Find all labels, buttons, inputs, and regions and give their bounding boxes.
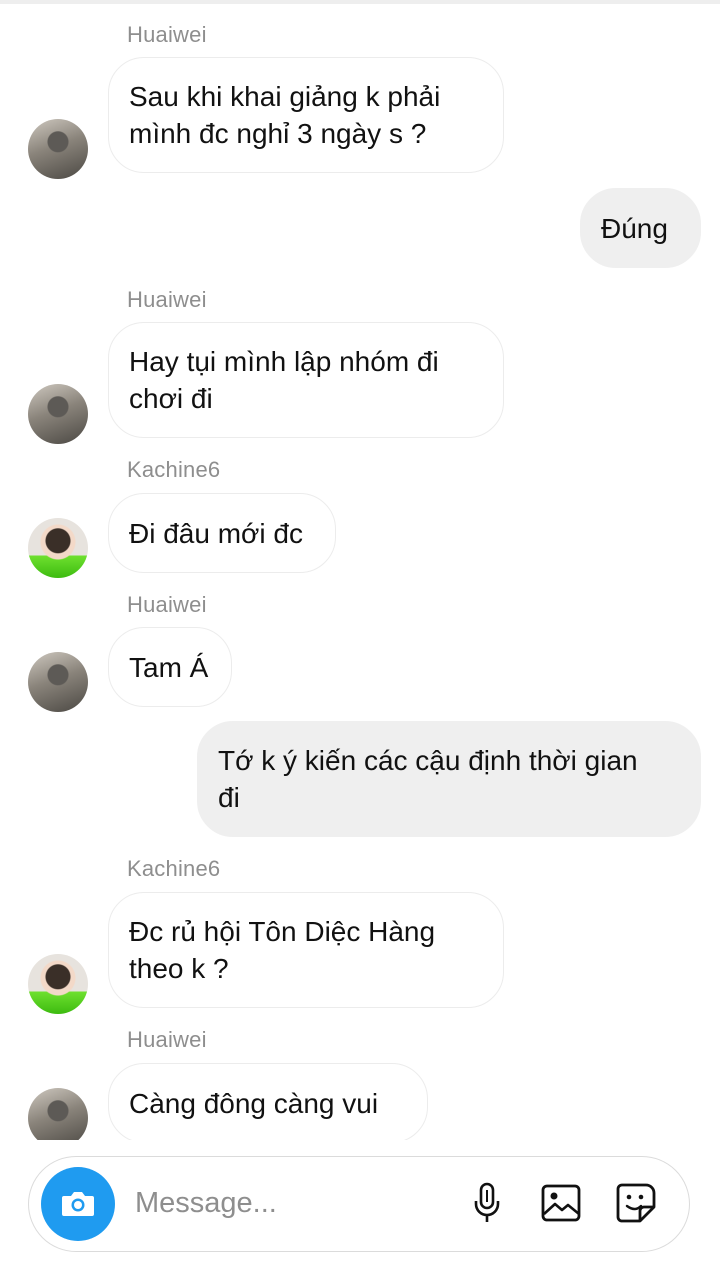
sender-name: Huaiwei (127, 287, 207, 312)
kachine6-avatar[interactable] (28, 518, 88, 578)
huaiwei-avatar[interactable] (28, 384, 88, 444)
sticker-icon (616, 1183, 656, 1223)
kachine6-avatar[interactable] (28, 954, 88, 1014)
incoming-message[interactable]: Càng đông càng vui (108, 1063, 428, 1140)
incoming-message[interactable]: Hay tụi mình lập nhóm đi chơi đi (108, 322, 504, 438)
huaiwei-avatar[interactable] (28, 652, 88, 712)
gallery-button[interactable] (539, 1181, 583, 1225)
sender-name: Kachine6 (127, 856, 221, 881)
sender-name: Kachine6 (127, 457, 221, 482)
microphone-button[interactable] (465, 1181, 509, 1225)
chat-thread[interactable]: Huaiwei Sau khi khai giảng k phải mình đ… (0, 0, 720, 1140)
sender-name: Huaiwei (127, 1027, 207, 1052)
message-composer[interactable]: Message... (28, 1156, 690, 1252)
incoming-message[interactable]: Đi đâu mới đc (108, 493, 336, 573)
incoming-message[interactable]: Sau khi khai giảng k phải mình đc nghỉ 3… (108, 57, 504, 173)
huaiwei-avatar[interactable] (28, 1088, 88, 1140)
outgoing-message[interactable]: Tớ k ý kiến các cậu định thời gian đi (197, 721, 701, 837)
outgoing-message[interactable]: Đúng (580, 188, 701, 268)
camera-icon (62, 1192, 94, 1216)
camera-button[interactable] (41, 1167, 115, 1241)
microphone-icon (474, 1182, 500, 1222)
message-input[interactable]: Message... (135, 1187, 277, 1220)
sticker-button[interactable] (614, 1181, 658, 1225)
huaiwei-avatar[interactable] (28, 119, 88, 179)
incoming-message[interactable]: Đc rủ hội Tôn Diệc Hàng theo k ? (108, 892, 504, 1008)
sender-name: Huaiwei (127, 22, 207, 47)
sender-name: Huaiwei (127, 592, 207, 617)
gallery-icon (541, 1184, 581, 1222)
incoming-message[interactable]: Tam Á (108, 627, 232, 707)
